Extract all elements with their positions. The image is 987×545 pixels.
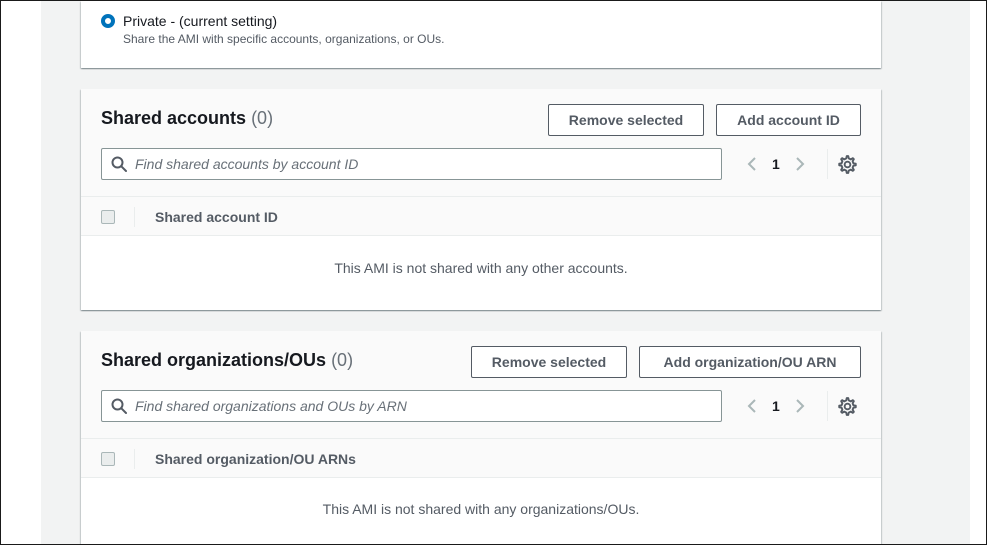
accounts-empty-message: This AMI is not shared with any other ac… (334, 260, 628, 276)
column-divider (134, 207, 135, 227)
column-header-org-arn[interactable]: Shared organization/OU ARNs (155, 451, 356, 467)
radio-description: Share the AMI with specific accounts, or… (123, 32, 445, 46)
shared-accounts-panel: Shared accounts (0) Remove selected Add … (81, 89, 881, 310)
left-gutter (1, 1, 41, 544)
column-header-account-id[interactable]: Shared account ID (155, 209, 278, 225)
add-organization-ou-arn-button[interactable]: Add organization/OU ARN (639, 346, 861, 378)
orgs-search-input[interactable] (135, 398, 695, 414)
orgs-table-header: Shared organization/OU ARNs (81, 438, 881, 478)
chevron-left-icon[interactable] (746, 156, 758, 172)
remove-selected-accounts-button[interactable]: Remove selected (548, 104, 704, 136)
accounts-pagination: 1 (746, 148, 806, 180)
right-gutter (970, 1, 986, 544)
orgs-search-field[interactable] (101, 390, 722, 422)
pager-divider (827, 391, 828, 421)
gear-icon[interactable] (838, 155, 857, 174)
chevron-right-icon[interactable] (794, 156, 806, 172)
select-all-checkbox[interactable] (101, 210, 115, 224)
orgs-pagination: 1 (746, 390, 806, 422)
select-all-checkbox[interactable] (101, 452, 115, 466)
pager-divider (827, 149, 828, 179)
remove-selected-orgs-button[interactable]: Remove selected (471, 346, 627, 378)
accounts-search-field[interactable] (101, 148, 722, 180)
page-frame: Private - (current setting) Share the AM… (0, 0, 987, 545)
search-icon (111, 156, 127, 172)
page-number[interactable]: 1 (772, 398, 780, 414)
orgs-empty-message: This AMI is not shared with any organiza… (322, 501, 640, 517)
search-icon (111, 398, 127, 414)
radio-selected-icon[interactable] (101, 14, 115, 28)
panel-title: Shared organizations/OUs (0) (101, 350, 354, 370)
column-divider (134, 449, 135, 469)
panel-title: Shared accounts (0) (101, 108, 274, 128)
panel-count: (0) (331, 350, 354, 370)
accounts-search-input[interactable] (135, 156, 695, 172)
visibility-card: Private - (current setting) Share the AM… (81, 1, 881, 68)
page-number[interactable]: 1 (772, 156, 780, 172)
chevron-right-icon[interactable] (794, 398, 806, 414)
radio-label: Private - (current setting) (123, 13, 278, 29)
chevron-left-icon[interactable] (746, 398, 758, 414)
private-radio-option[interactable]: Private - (current setting) Share the AM… (101, 13, 444, 46)
panel-count: (0) (251, 108, 274, 128)
accounts-table-header: Shared account ID (81, 196, 881, 236)
gear-icon[interactable] (838, 397, 857, 416)
shared-orgs-panel: Shared organizations/OUs (0) Remove sele… (81, 331, 881, 544)
add-account-id-button[interactable]: Add account ID (716, 104, 861, 136)
